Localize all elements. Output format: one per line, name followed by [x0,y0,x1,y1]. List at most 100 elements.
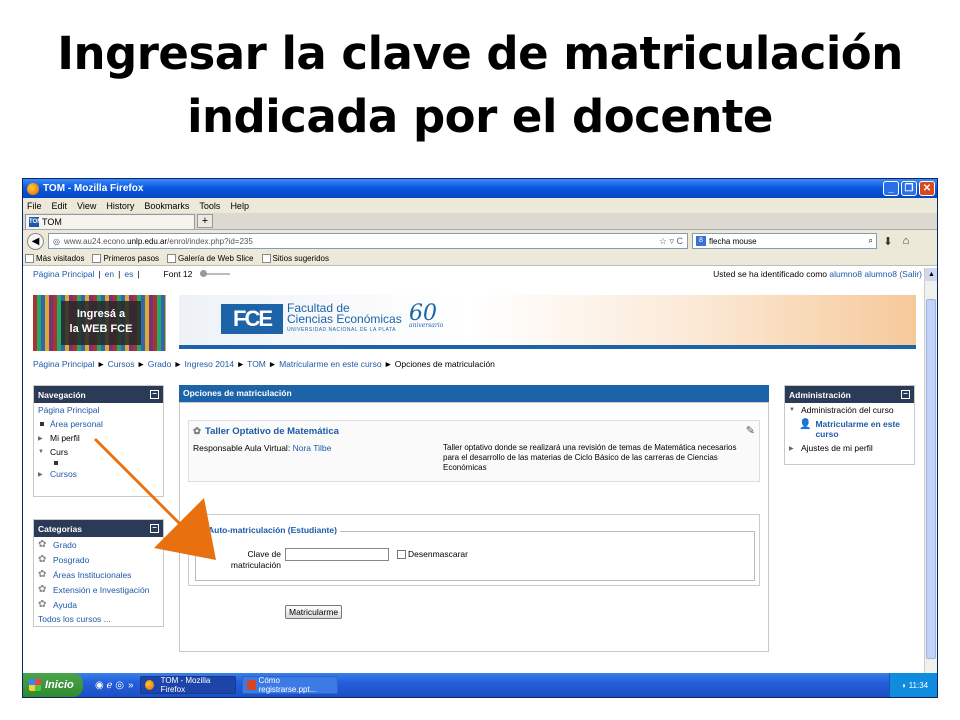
self-enrolment-legend[interactable]: Auto-matriculación (Estudiante) [205,525,340,535]
bookmark-page-icon [167,254,177,263]
collapse-icon[interactable]: − [901,390,910,399]
new-tab-button[interactable]: + [197,214,213,228]
bookmark-sitios-sugeridos[interactable]: Sitios sugeridos [261,254,329,263]
cat-grado[interactable]: ✿ Grado [34,537,163,552]
breadcrumb-pagina-principal[interactable]: Página Principal [33,359,94,369]
course-info-box: ✿ Taller Optativo de Matemática Responsab… [188,420,760,482]
bookmark-galeria-web-slice[interactable]: Galería de Web Slice [167,254,254,263]
matricularme-button[interactable]: Matricularme [285,605,343,619]
administracion-title: Administración [789,389,851,400]
search-engine-icon[interactable]: 8 [696,236,706,246]
triangle-down-icon: ▼ [38,449,44,455]
category-icon: ✿ [38,599,47,610]
menu-bar: File Edit View History Bookmarks Tools H… [23,198,937,213]
navegacion-block: Navegación − Página Principal Área perso… [33,385,164,497]
web-page: Página Principal | en | es | Font 12 Ust… [23,268,926,674]
course-icon: ✿ [193,426,201,437]
nav-curso-actual[interactable]: ▼ Curs [34,445,163,459]
menu-bookmarks[interactable]: Bookmarks [144,201,189,211]
search-value: flecha mouse [709,236,757,246]
nav-pagina-principal[interactable]: Página Principal [34,403,163,417]
cat-extension-investigacion[interactable]: ✿ Extensión e Investigación [34,582,163,597]
bookmark-folder-icon [25,254,34,263]
download-icon[interactable]: ⬇ [881,235,895,248]
url-bar-icons[interactable]: ☆ ▿ C [659,236,683,247]
menu-edit[interactable]: Edit [52,201,68,211]
collapse-icon[interactable]: − [150,524,159,533]
window-title: TOM - Mozilla Firefox [43,183,144,194]
fce-logo: FCE [221,304,283,334]
enrolment-key-label: Clave de matriculación [230,549,281,570]
top-home-link[interactable]: Página Principal [33,269,94,279]
clock: 11:34 [908,680,929,690]
opciones-matriculacion-header: Opciones de matriculación [179,385,769,402]
quick-launch-more[interactable]: » [128,680,134,691]
tray-icon[interactable]: ◑ [901,681,906,690]
nav-sub-item[interactable] [34,459,163,467]
category-icon: ✿ [38,539,47,550]
cat-todos-los-cursos[interactable]: Todos los cursos ... [34,612,163,626]
back-button[interactable]: ◀ [27,232,44,250]
unmask-checkbox[interactable]: Desenmascarar [397,549,468,559]
menu-tools[interactable]: Tools [199,201,220,211]
cat-ayuda[interactable]: ✿ Ayuda [34,597,163,612]
slide-title: Ingresar la clave de matriculación indic… [0,22,960,148]
admin-curso[interactable]: ▼ Administración del curso [785,403,914,417]
tom-favicon-icon: TOM [29,216,43,227]
enrolment-key-input[interactable] [285,548,389,561]
logout-link[interactable]: (Salir) [899,269,922,279]
search-bar[interactable]: 8 flecha mouse ⌕ [692,233,877,249]
menu-file[interactable]: File [27,201,42,211]
font-size-slider[interactable] [200,270,231,277]
url-bar[interactable]: ◎ www.au24.econo.unlp.edu.ar/enrol/index… [48,233,688,249]
bookmark-mas-visitados[interactable]: Más visitados [25,254,84,263]
menu-history[interactable]: History [106,201,134,211]
search-icon[interactable]: ⌕ [869,236,873,246]
cat-posgrado[interactable]: ✿ Posgrado [34,552,163,567]
tab-label: TOM [42,216,62,227]
checkbox-icon [397,549,406,559]
maximize-button[interactable]: ❐ [901,181,917,196]
globe-icon: ◎ [53,236,60,246]
minimize-button[interactable]: _ [883,181,899,196]
nav-mi-perfil[interactable]: ▶ Mi perfil [34,431,163,445]
breadcrumb-cursos[interactable]: Cursos [108,359,135,369]
cat-areas-institucionales[interactable]: ✿ Áreas Institucionales [34,567,163,582]
admin-ajustes-perfil[interactable]: ▶ Ajustes de mi perfil [785,441,914,455]
tab-tom[interactable]: TOM TOM [25,213,195,229]
menu-help[interactable]: Help [230,201,249,211]
top-links-bar: Página Principal | en | es | Font 12 Ust… [33,268,926,280]
triangle-right-icon: ▶ [789,445,794,452]
home-icon[interactable]: ⌂ [899,235,913,247]
breadcrumb-grado[interactable]: Grado [148,359,172,369]
vertical-scrollbar[interactable]: ▲ [924,268,937,674]
start-button[interactable]: Inicio [23,673,83,697]
firefox-icon [27,182,39,195]
responsible-link[interactable]: Nora Tilbe [293,443,332,453]
nav-area-personal[interactable]: Área personal [34,417,163,431]
lang-es-link[interactable]: es [124,269,133,279]
navegacion-title: Navegación [38,389,86,400]
lang-en-link[interactable]: en [105,269,114,279]
task-firefox[interactable]: TOM - Mozilla Firefox [139,676,236,694]
menu-view[interactable]: View [77,201,96,211]
admin-matricularme[interactable]: 👤 Matricularme en este curso [785,417,914,441]
collapse-icon[interactable]: − [150,390,159,399]
breadcrumb-tom[interactable]: TOM [247,359,266,369]
window-controls: _ ❐ ✕ [883,181,937,196]
category-icon: ✿ [38,584,47,595]
ingresa-web-fce-banner[interactable]: Ingresá a la WEB FCE [33,295,166,351]
nav-cursos[interactable]: ▶ Cursos [34,467,163,481]
breadcrumb-matricularme[interactable]: Matricularme en este curso [279,359,382,369]
quick-launch-icons[interactable]: ◉ ℯ ◎ [95,680,124,691]
login-info: Usted se ha identificado como alumno8 al… [713,269,922,279]
user-link[interactable]: alumno8 alumno8 [829,269,897,279]
scroll-thumb[interactable] [926,299,936,659]
close-button[interactable]: ✕ [919,181,935,196]
course-title[interactable]: ✿ Taller Optativo de Matemática [193,426,339,437]
bookmark-primeros-pasos[interactable]: Primeros pasos [92,254,159,263]
scroll-up-icon[interactable]: ▲ [925,268,937,281]
breadcrumb-ingreso-2014[interactable]: Ingreso 2014 [185,359,235,369]
edit-icon[interactable]: ✎ [746,424,755,437]
task-powerpoint[interactable]: Cómo registrarse.ppt... [241,676,338,694]
